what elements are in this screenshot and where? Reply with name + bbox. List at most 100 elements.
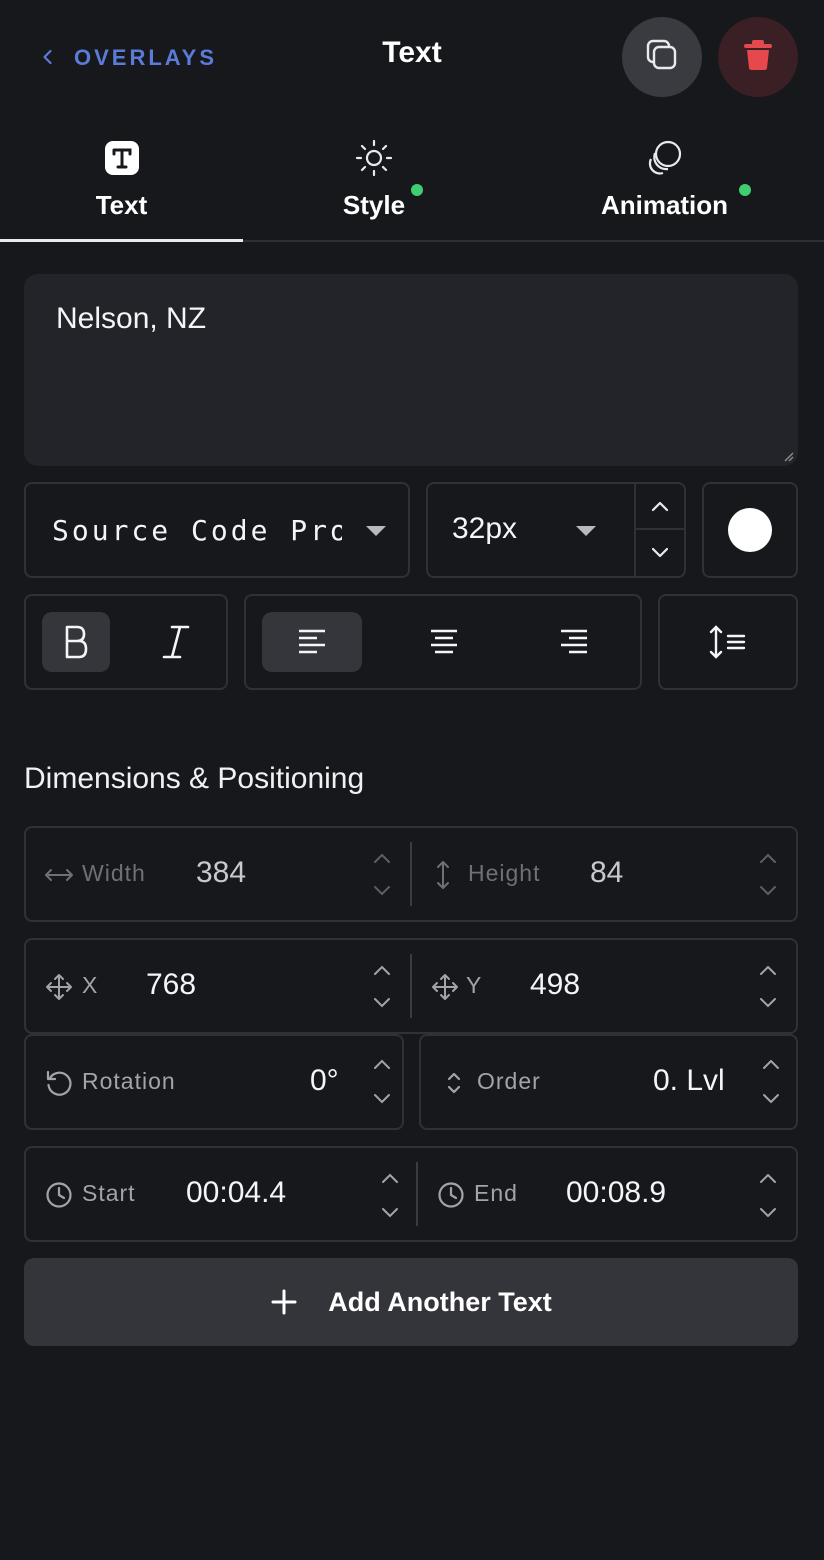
rotate-icon — [44, 1068, 74, 1098]
bubbles-icon — [645, 138, 685, 178]
start-increment[interactable] — [378, 1168, 402, 1188]
chevron-down-icon — [382, 1207, 398, 1217]
y-label: Y — [466, 972, 483, 998]
chevron-up-icon — [374, 1059, 390, 1069]
italic-button[interactable] — [142, 612, 210, 672]
rotation-field-inner: Rotation 0° — [26, 1036, 402, 1128]
y-field[interactable]: Y 498 — [412, 940, 796, 1032]
line-height-icon — [709, 625, 746, 659]
text-box-icon — [102, 138, 142, 178]
size-row: Width 384 Height 84 — [24, 826, 798, 922]
x-field[interactable]: X 768 — [26, 940, 410, 1032]
start-label: Start — [82, 1180, 136, 1206]
chevron-up-icon — [374, 853, 390, 863]
height-field[interactable]: Height 84 — [412, 828, 796, 920]
plus-icon — [271, 1289, 297, 1315]
order-increment[interactable] — [759, 1054, 783, 1074]
rotation-field[interactable]: Rotation 0° — [24, 1034, 404, 1130]
bold-button[interactable] — [42, 612, 110, 672]
order-decrement[interactable] — [759, 1088, 783, 1108]
text-content-input[interactable]: Nelson, NZ — [24, 274, 798, 466]
tab-animation[interactable]: Animation — [505, 120, 824, 240]
chevron-up-icon — [760, 853, 776, 863]
add-another-text-button[interactable]: Add Another Text — [24, 1258, 798, 1346]
order-field[interactable]: Order 0. Lvl — [419, 1034, 798, 1130]
delete-button[interactable] — [718, 17, 798, 97]
arrows-vertical-icon — [428, 860, 458, 890]
tab-animation-label: Animation — [600, 190, 729, 220]
tab-style[interactable]: Style — [243, 120, 505, 240]
clock-icon — [44, 1180, 74, 1210]
font-size-increment-button[interactable] — [636, 484, 684, 530]
back-link-label: OVERLAYS — [74, 45, 218, 70]
tab-text[interactable]: Text — [0, 120, 243, 242]
chevron-down-icon — [374, 1093, 390, 1103]
page-title: Text — [382, 36, 442, 69]
move-icon — [44, 972, 74, 1002]
style-status-dot — [411, 184, 423, 196]
align-center-button[interactable] — [394, 612, 494, 672]
font-family-select[interactable]: Source Code Pro — [24, 482, 410, 578]
x-increment[interactable] — [370, 960, 394, 980]
italic-icon — [162, 625, 190, 659]
font-color-picker[interactable] — [702, 482, 798, 578]
y-decrement[interactable] — [756, 992, 780, 1012]
width-decrement[interactable] — [370, 880, 394, 900]
height-increment[interactable] — [756, 848, 780, 868]
move-icon — [430, 972, 460, 1002]
align-left-icon — [299, 629, 325, 654]
text-align-group — [244, 594, 642, 690]
position-row: X 768 Y 498 — [24, 938, 798, 1034]
timing-row: Start 00:04.4 End 00:08.9 — [24, 1146, 798, 1242]
bold-icon — [65, 625, 88, 659]
start-field[interactable]: Start 00:04.4 — [26, 1148, 416, 1240]
width-value: 384 — [196, 856, 247, 889]
chevron-up-icon — [760, 1173, 776, 1183]
order-field-inner: Order 0. Lvl — [421, 1036, 796, 1128]
y-value: 498 — [530, 968, 581, 1001]
chevron-up-icon — [382, 1173, 398, 1183]
tab-style-label: Style — [342, 190, 406, 220]
chevron-down-icon — [651, 547, 669, 558]
caret-down-icon — [576, 526, 596, 536]
duplicate-button[interactable] — [622, 17, 702, 97]
align-right-button[interactable] — [524, 612, 624, 672]
clock-icon — [436, 1180, 466, 1210]
sun-icon — [354, 138, 394, 178]
start-value: 00:04.4 — [186, 1176, 287, 1209]
font-style-group — [24, 594, 228, 690]
resize-grip-icon[interactable] — [782, 450, 794, 462]
back-to-overlays-link[interactable]: OVERLAYS — [40, 38, 217, 78]
start-decrement[interactable] — [378, 1202, 402, 1222]
font-size-value: 32px — [452, 512, 518, 545]
tab-bar: Text Style Animation — [0, 120, 824, 242]
order-label: Order — [477, 1068, 541, 1094]
chevron-up-icon — [763, 1059, 779, 1069]
active-tab-indicator — [0, 239, 243, 242]
rotation-increment[interactable] — [370, 1054, 394, 1074]
end-field[interactable]: End 00:08.9 — [418, 1148, 796, 1240]
chevron-down-icon — [374, 885, 390, 895]
rotation-label: Rotation — [82, 1068, 176, 1094]
copy-icon — [645, 38, 679, 77]
x-decrement[interactable] — [370, 992, 394, 1012]
end-increment[interactable] — [756, 1168, 780, 1188]
font-size-select[interactable]: 32px — [426, 482, 686, 578]
width-label: Width — [82, 860, 146, 886]
chevron-down-icon — [760, 885, 776, 895]
font-size-stepper — [634, 484, 684, 576]
add-button-label: Add Another Text — [328, 1286, 552, 1317]
y-increment[interactable] — [756, 960, 780, 980]
height-label: Height — [468, 860, 541, 886]
width-field[interactable]: Width 384 — [26, 828, 410, 920]
width-increment[interactable] — [370, 848, 394, 868]
font-color-swatch — [728, 508, 772, 552]
align-left-button[interactable] — [262, 612, 362, 672]
end-decrement[interactable] — [756, 1202, 780, 1222]
font-size-decrement-button[interactable] — [636, 530, 684, 576]
rotation-decrement[interactable] — [370, 1088, 394, 1108]
align-right-icon — [561, 629, 587, 654]
chevron-left-icon — [40, 45, 56, 71]
height-decrement[interactable] — [756, 880, 780, 900]
line-spacing-button[interactable] — [658, 594, 798, 690]
